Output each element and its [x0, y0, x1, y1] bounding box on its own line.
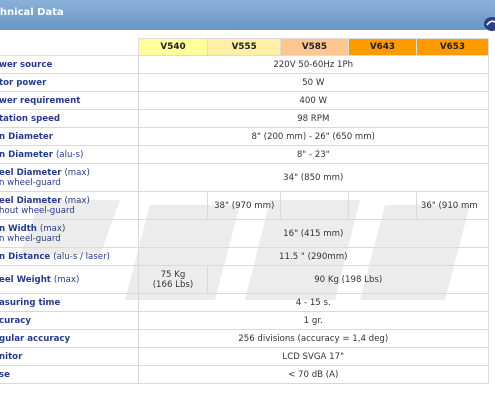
label-text: eel Weight [0, 274, 51, 285]
cell-v555: 38" (970 mm) [207, 191, 281, 220]
row-value: 11.5 " (290mm) [137, 247, 489, 266]
row-label: eel Diameter (max) hout wheel-guard [0, 191, 139, 220]
model-v643: V643 [347, 38, 417, 56]
row-label: n Diameter (alu-s) [0, 145, 139, 164]
row-value: 8" (200 mm) - 26" (650 mm) [137, 127, 489, 146]
section-header: chnical Data [0, 0, 495, 30]
row-label: wer requirement [0, 91, 139, 110]
row-label: eel Diameter (max) n wheel-guard [0, 163, 139, 192]
table-row: n Distance (alu-s / laser) 11.5 " (290mm… [0, 247, 489, 266]
label-paren: (max) [39, 223, 66, 234]
table-row: eel Diameter (max) n wheel-guard 34" (850… [0, 163, 489, 192]
cell-line: (166 Lbs) [152, 279, 194, 290]
model-v540: V540 [137, 38, 209, 56]
row-value: 50 W [137, 73, 489, 92]
label-text: n Diameter [0, 149, 53, 160]
row-label: wer source [0, 55, 139, 74]
row-value: 90 Kg (198 Lbs) [207, 265, 489, 294]
row-value: 256 divisions (accuracy = 1,4 deg) [137, 329, 489, 348]
label-sub: n wheel-guard [0, 233, 61, 244]
label-text: n Distance [0, 251, 51, 262]
label-paren: (alu-s) [55, 149, 84, 160]
table-row: asuring time 4 - 15 s. [0, 293, 489, 312]
label-paren: (max) [64, 195, 90, 206]
row-value: 98 RPM [137, 109, 489, 128]
cell-v540: 75 Kg (166 Lbs) [137, 265, 209, 294]
row-label: nitor [0, 347, 139, 366]
label-text: eel Diameter [0, 167, 62, 178]
table-row: eel Weight (max) 75 Kg (166 Lbs) 90 Kg (1… [0, 265, 489, 294]
table-row: wer requirement 400 W [0, 91, 489, 110]
label-paren: (max) [64, 167, 90, 178]
cell-v540 [137, 191, 209, 220]
header-corner [0, 38, 139, 56]
model-v585: V585 [279, 38, 349, 56]
row-label: gular accuracy [0, 329, 139, 348]
table-row: curacy 1 gr. [0, 311, 489, 330]
label-text: n Width [0, 223, 37, 234]
row-label: se [0, 365, 139, 384]
row-label: tation speed [0, 109, 139, 128]
row-value: 16" (415 mm) [137, 219, 489, 248]
table-row: n Width (max) n wheel-guard 16" (415 mm) [0, 219, 489, 248]
brand-logo-icon [484, 17, 495, 31]
cell-line: 75 Kg [160, 269, 186, 280]
row-label: tor power [0, 73, 139, 92]
label-sub: hout wheel-guard [0, 205, 75, 216]
table-row: wer source 220V 50-60Hz 1Ph [0, 55, 489, 74]
row-value: 34" (850 mm) [137, 163, 489, 192]
table-row: eel Diameter (max) hout wheel-guard 38" (… [0, 191, 490, 220]
row-value: 4 - 15 s. [137, 293, 489, 312]
row-label: curacy [0, 311, 139, 330]
table-row: gular accuracy 256 divisions (accuracy =… [0, 329, 489, 348]
section-title: chnical Data [0, 7, 64, 18]
row-value: 1 gr. [137, 311, 489, 330]
model-v653: V653 [415, 38, 490, 56]
row-label: n Distance (alu-s / laser) [0, 247, 139, 266]
label-text: eel Diameter [0, 195, 62, 206]
technical-data-table: V540 V555 V585 V643 V653 wer source 220V… [0, 38, 490, 384]
row-value: < 70 dB (A) [137, 365, 489, 384]
label-paren: (max) [53, 274, 80, 285]
row-value: LCD SVGA 17" [137, 347, 489, 366]
cell-v653: 36" (910 mm [415, 191, 490, 220]
label-sub: n wheel-guard [0, 177, 61, 188]
row-value: 8" - 23" [137, 145, 489, 164]
table-row: tation speed 98 RPM [0, 109, 489, 128]
row-value: 400 W [137, 91, 489, 110]
table-row: n Diameter (alu-s) 8" - 23" [0, 145, 489, 164]
row-label: asuring time [0, 293, 139, 312]
model-header-row: V540 V555 V585 V643 V653 [0, 38, 490, 56]
table-row: se < 70 dB (A) [0, 365, 489, 384]
table-row: n Diameter 8" (200 mm) - 26" (650 mm) [0, 127, 489, 146]
label-paren: (alu-s / laser) [53, 251, 110, 262]
model-v555: V555 [207, 38, 281, 56]
cell-v585 [279, 191, 349, 220]
row-value: 220V 50-60Hz 1Ph [137, 55, 489, 74]
row-label: n Diameter [0, 127, 139, 146]
cell-v643 [347, 191, 417, 220]
table-row: tor power 50 W [0, 73, 489, 92]
row-label: n Width (max) n wheel-guard [0, 219, 139, 248]
row-label: eel Weight (max) [0, 265, 139, 294]
table-row: nitor LCD SVGA 17" [0, 347, 489, 366]
